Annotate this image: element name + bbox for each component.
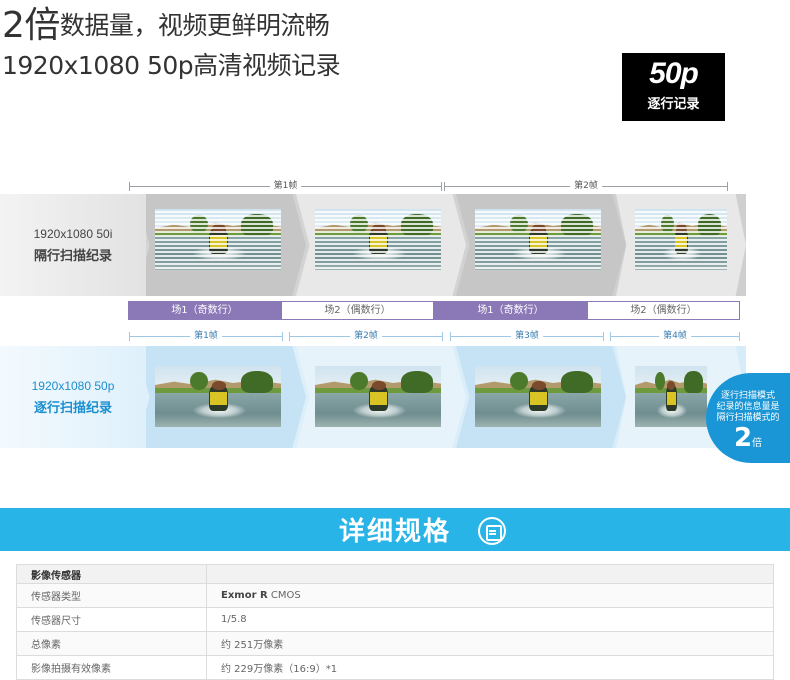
- specs-table: 影像传感器 传感器类型 Exmor R CMOS 传感器尺寸 1/5.8 总像素…: [16, 564, 774, 680]
- field-row: 场1（奇数行） 场2（偶数行） 场1（奇数行） 场2（偶数行）: [128, 301, 740, 320]
- spec-value: 1/5.8: [206, 607, 774, 632]
- spec-value: 约 229万像素（16:9）*1: [206, 655, 774, 680]
- progressive-photo-2: [315, 366, 441, 427]
- progressive-mode: 逐行扫描纪录: [33, 400, 112, 416]
- callout-line-1: 逐行扫描模式: [720, 391, 775, 401]
- callout-number-unit: 倍: [752, 438, 763, 449]
- spec-key: 传感器尺寸: [16, 607, 207, 632]
- progressive-resolution: 1920x1080 50p: [31, 378, 115, 393]
- double-info-callout: 逐行扫描模式 纪录的信息量是 隔行扫描模式的 2倍: [706, 373, 790, 463]
- table-row: 传感器类型 Exmor R CMOS: [16, 583, 774, 608]
- progressive-frame-2-ruler: 第2帧: [289, 328, 443, 341]
- interlaced-photo-4: [635, 209, 727, 270]
- headline-line-2: 1920x1080 50p高清视频记录: [2, 51, 341, 80]
- table-row: 传感器尺寸 1/5.8: [16, 607, 774, 632]
- interlaced-frame-2-label: 第2帧: [570, 178, 602, 191]
- field-even-1: 场2（偶数行）: [281, 301, 434, 320]
- progressive-frame-4-label: 第4帧: [659, 328, 691, 341]
- field-even-2: 场2（偶数行）: [587, 301, 740, 320]
- table-row: 影像拍摄有效像素 约 229万像素（16:9）*1: [16, 655, 774, 680]
- progressive-photo-1: [155, 366, 281, 427]
- field-odd-2: 场1（奇数行）: [434, 301, 587, 320]
- interlaced-resolution: 1920x1080 50i: [33, 226, 113, 241]
- headline-emphasis: 2倍: [2, 5, 60, 46]
- progressive-frame-1-label: 第1帧: [190, 328, 222, 341]
- specs-header-bar: 详细规格: [0, 508, 790, 554]
- interlaced-mode: 隔行扫描纪录: [33, 248, 112, 264]
- progressive-frame-1-ruler: 第1帧: [129, 328, 283, 341]
- progressive-frame-3-label: 第3帧: [511, 328, 543, 341]
- progressive-photo-4: [635, 366, 707, 427]
- 50p-badge: 50p 逐行记录: [622, 53, 725, 121]
- progressive-label: 1920x1080 50p 逐行扫描纪录: [0, 346, 146, 448]
- specs-section-row: 影像传感器: [16, 564, 774, 584]
- badge-title: 50p: [649, 57, 699, 90]
- progressive-frame-3-ruler: 第3帧: [450, 328, 604, 341]
- interlaced-photo-3: [475, 209, 601, 270]
- spec-value: 约 251万像素: [206, 631, 774, 656]
- table-row: 总像素 约 251万像素: [16, 631, 774, 656]
- headline-line-1-text: 数据量，视频更鲜明流畅: [59, 11, 330, 40]
- interlaced-band: 1920x1080 50i 隔行扫描纪录: [0, 194, 746, 296]
- headline-line-1: 2倍数据量，视频更鲜明流畅: [2, 5, 330, 46]
- interlaced-label: 1920x1080 50i 隔行扫描纪录: [0, 194, 146, 296]
- specs-section-title: 影像传感器: [16, 564, 207, 584]
- specs-section-empty: [206, 564, 774, 584]
- spec-key: 影像拍摄有效像素: [16, 655, 207, 680]
- spec-value-text: CMOS: [267, 590, 301, 601]
- spec-key: 总像素: [16, 631, 207, 656]
- spec-brand: Exmor R: [221, 590, 268, 601]
- callout-number: 2倍: [706, 424, 790, 458]
- callout-number-value: 2: [733, 423, 753, 453]
- spec-value: Exmor R CMOS: [206, 583, 774, 608]
- progressive-band: 1920x1080 50p 逐行扫描纪录: [0, 346, 746, 448]
- interlaced-photo-2: [315, 209, 441, 270]
- document-icon: [478, 517, 506, 545]
- interlaced-photo-1: [155, 209, 281, 270]
- specs-title: 详细规格: [338, 511, 451, 554]
- progressive-frame-2-label: 第2帧: [350, 328, 382, 341]
- field-odd-1: 场1（奇数行）: [128, 301, 281, 320]
- callout-line-2: 纪录的信息量是: [716, 402, 780, 412]
- progressive-photo-3: [475, 366, 601, 427]
- interlaced-frame-2-ruler: 第2帧: [444, 178, 728, 191]
- badge-subtitle: 逐行记录: [647, 97, 700, 112]
- progressive-frame-4-ruler: 第4帧: [610, 328, 740, 341]
- spec-key: 传感器类型: [16, 583, 207, 608]
- interlaced-frame-1-ruler: 第1帧: [129, 178, 442, 191]
- interlaced-frame-1-label: 第1帧: [269, 178, 302, 191]
